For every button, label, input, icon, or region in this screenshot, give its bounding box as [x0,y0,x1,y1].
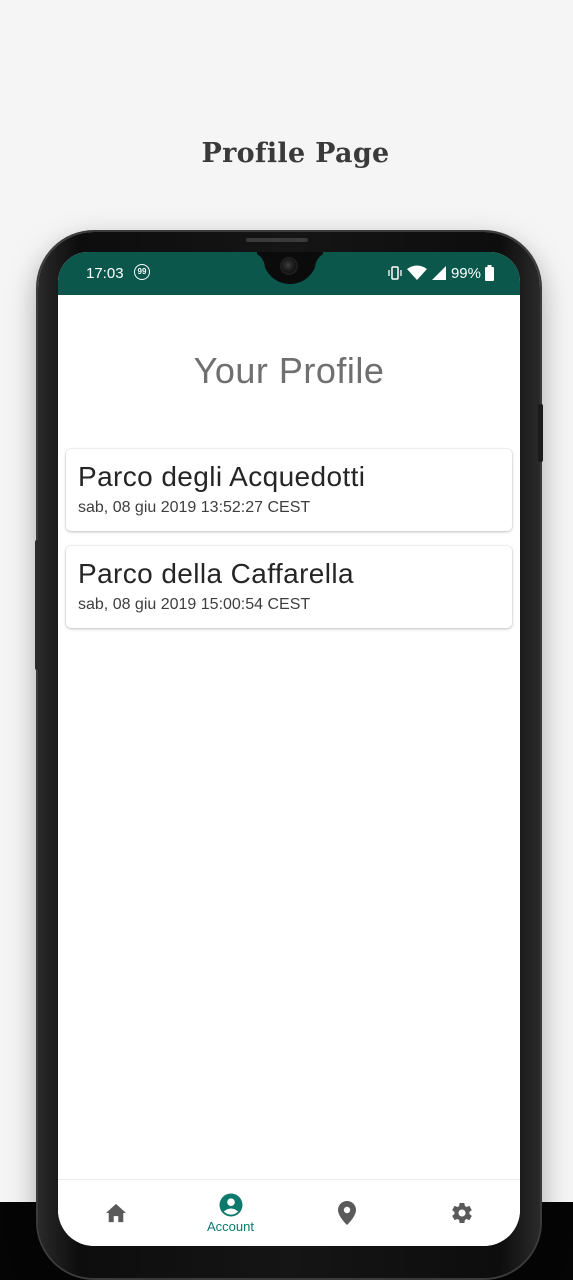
nav-location[interactable] [289,1180,404,1246]
profile-title: Your Profile [193,350,385,391]
vibrate-icon [388,266,402,280]
notification-badge-icon: 99 [134,264,150,280]
visit-name: Parco degli Acquedotti [78,461,366,492]
location-pin-icon [337,1201,356,1225]
earpiece-speaker [246,238,308,242]
battery-icon [485,265,494,281]
nav-home[interactable] [58,1180,173,1246]
volume-button [35,540,39,670]
signal-icon [431,266,446,280]
status-bar: 17:03 99 99% [58,252,520,295]
visit-date: sab, 08 giu 2019 13:52:27 CEST [78,499,311,516]
nav-settings[interactable] [404,1180,519,1246]
nav-account[interactable]: Account [173,1180,288,1246]
phone-screen: 17:03 99 99% Your Profile Parco degli Ac… [58,252,520,1246]
wifi-icon [406,265,427,280]
account-icon [219,1193,242,1216]
visit-card[interactable]: Parco degli Acquedotti sab, 08 giu 2019 … [66,449,512,531]
visit-date: sab, 08 giu 2019 15:00:54 CEST [78,596,311,613]
gear-icon [451,1203,472,1224]
status-time: 17:03 [86,265,124,282]
bottom-navigation: Account [58,1179,520,1246]
page-heading: Profile Page [201,138,390,169]
visit-card[interactable]: Parco della Caffarella sab, 08 giu 2019 … [66,546,512,628]
battery-percent: 99% [450,264,481,282]
power-button [538,404,543,462]
front-camera [280,257,298,275]
home-icon [105,1203,126,1223]
status-icons: 99% [387,264,494,282]
visit-name: Parco della Caffarella [78,558,354,589]
nav-account-label: Account [207,1218,254,1234]
